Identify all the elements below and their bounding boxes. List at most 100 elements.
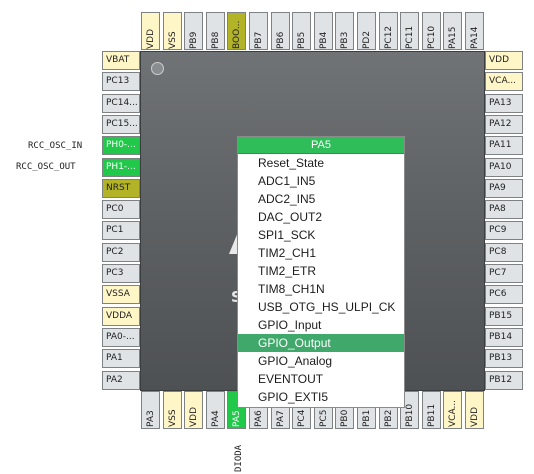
pin-label: VSS bbox=[167, 409, 178, 427]
pin-left-pc14-2[interactable]: PC14... bbox=[102, 93, 140, 113]
pin-right-pc8-9[interactable]: PC8 bbox=[485, 242, 523, 262]
pin-right-pb14-13[interactable]: PB14 bbox=[485, 327, 523, 347]
pin-top-pb6-6[interactable]: PB6 bbox=[270, 12, 290, 50]
pin-right-pa12-3[interactable]: PA12 bbox=[485, 114, 523, 134]
menu-item-gpio-input[interactable]: GPIO_Input bbox=[238, 316, 404, 334]
pin-label: PB8 bbox=[210, 31, 221, 49]
pin-bottom-vdd-15[interactable]: VDD bbox=[465, 391, 484, 429]
pin-top-pc11-12[interactable]: PC11 bbox=[400, 12, 420, 50]
pin-top-pb8-3[interactable]: PB8 bbox=[205, 12, 225, 50]
pin-label: PA3 bbox=[146, 410, 156, 427]
pin-label: PC11 bbox=[405, 25, 416, 49]
pin-bottom-vca-14[interactable]: VCA... bbox=[443, 391, 463, 429]
pin-top-pb3-9[interactable]: PB3 bbox=[335, 12, 355, 50]
pin-right-pa11-4[interactable]: PA11 bbox=[485, 136, 523, 156]
pin-label: VCA... bbox=[448, 399, 459, 427]
pin-right-pa13-2[interactable]: PA13 bbox=[485, 93, 523, 113]
pin-label: PB4 bbox=[318, 31, 329, 49]
pin-label: PB5 bbox=[297, 31, 308, 49]
menu-item-adc1-in5[interactable]: ADC1_IN5 bbox=[238, 172, 404, 190]
pin-right-pa8-7[interactable]: PA8 bbox=[485, 200, 523, 220]
pin-left-pc15-3[interactable]: PC15... bbox=[102, 114, 140, 134]
pin-top-pc12-11[interactable]: PC12 bbox=[378, 12, 398, 50]
menu-item-eventout[interactable]: EVENTOUT bbox=[238, 370, 404, 388]
pin-label: VDD bbox=[189, 406, 200, 427]
pin-left-pa0-13[interactable]: PA0-... bbox=[102, 327, 140, 347]
pin-right-pa10-5[interactable]: PA10 bbox=[485, 157, 523, 177]
menu-item-tim2-ch1[interactable]: TIM2_CH1 bbox=[238, 244, 404, 262]
menu-title: PA5 bbox=[238, 137, 404, 154]
pin-left-pc1-8[interactable]: PC1 bbox=[102, 221, 140, 241]
pin-label: PA15 bbox=[448, 26, 459, 49]
menu-item-dac-out2[interactable]: DAC_OUT2 bbox=[238, 208, 404, 226]
pin-top-boo-4[interactable]: BOO... bbox=[227, 12, 247, 50]
pin-label: PA4 bbox=[210, 410, 221, 427]
pin-bottom-vss-1[interactable]: VSS bbox=[162, 391, 182, 429]
pin-top-vss-1[interactable]: VSS bbox=[162, 12, 182, 50]
pin-left-nrst-6[interactable]: NRST bbox=[102, 178, 140, 198]
menu-item-gpio-output[interactable]: GPIO_Output bbox=[238, 334, 404, 352]
menu-item-adc2-in5[interactable]: ADC2_IN5 bbox=[238, 190, 404, 208]
pin-label: PA14 bbox=[470, 26, 480, 49]
menu-item-tim8-ch1n[interactable]: TIM8_CH1N bbox=[238, 280, 404, 298]
pin-label: PD2 bbox=[362, 30, 372, 49]
pin-left-pc2-9[interactable]: PC2 bbox=[102, 242, 140, 262]
pin-right-pb12-15[interactable]: PB12 bbox=[485, 370, 523, 390]
pin-right-pc6-11[interactable]: PC6 bbox=[485, 285, 523, 305]
pin-top-pb5-7[interactable]: PB5 bbox=[292, 12, 312, 50]
signal-label-rcc-osc-out: RCC_OSC_OUT bbox=[16, 162, 76, 172]
pin-top-pc10-13[interactable]: PC10 bbox=[421, 12, 441, 50]
pin-top-vdd-0[interactable]: VDD bbox=[141, 12, 160, 50]
pin-left-pa1-14[interactable]: PA1 bbox=[102, 349, 140, 369]
pin-label: PB3 bbox=[340, 31, 351, 49]
pin-label: PB11 bbox=[426, 403, 437, 427]
pin-left-ph0-4[interactable]: PH0-... bbox=[102, 136, 140, 156]
pin-label: PC12 bbox=[383, 25, 394, 49]
pin-right-pb15-12[interactable]: PB15 bbox=[485, 306, 523, 326]
pin-right-pc9-8[interactable]: PC9 bbox=[485, 221, 523, 241]
pin-label: VDD bbox=[146, 28, 156, 49]
signal-label-rcc-osc-in: RCC_OSC_IN bbox=[28, 141, 83, 151]
pin-top-pb7-5[interactable]: PB7 bbox=[249, 12, 268, 50]
pin-left-pc13-1[interactable]: PC13 bbox=[102, 72, 140, 92]
pin-label: VDD bbox=[470, 406, 480, 427]
menu-item-gpio-exti5[interactable]: GPIO_EXTI5 bbox=[238, 388, 404, 406]
pin-left-pa2-15[interactable]: PA2 bbox=[102, 370, 140, 390]
pin-bottom-pa3-0[interactable]: PA3 bbox=[141, 391, 160, 429]
pin-right-vdd-0[interactable]: VDD bbox=[485, 51, 523, 70]
pin-label: VSS bbox=[167, 31, 178, 49]
pin-left-vdda-12[interactable]: VDDA bbox=[102, 306, 140, 326]
pin1-marker-icon bbox=[151, 62, 164, 75]
pin-label: PB10 bbox=[405, 403, 416, 427]
menu-item-tim2-etr[interactable]: TIM2_ETR bbox=[238, 262, 404, 280]
pin-left-pc0-7[interactable]: PC0 bbox=[102, 200, 140, 220]
pin-left-vssa-11[interactable]: VSSA bbox=[102, 285, 140, 305]
pin-bottom-pa4-3[interactable]: PA4 bbox=[205, 391, 225, 429]
pin-label: BOO... bbox=[232, 20, 243, 49]
pin-label: PC10 bbox=[426, 25, 437, 49]
menu-item-spi1-sck[interactable]: SPI1_SCK bbox=[238, 226, 404, 244]
pin-right-pa9-6[interactable]: PA9 bbox=[485, 178, 523, 198]
pin-right-pc7-10[interactable]: PC7 bbox=[485, 264, 523, 283]
pin-bottom-vdd-2[interactable]: VDD bbox=[184, 391, 204, 429]
menu-item-reset-state[interactable]: Reset_State bbox=[238, 154, 404, 172]
pin-bottom-pb11-13[interactable]: PB11 bbox=[421, 391, 441, 429]
pin-top-pa15-14[interactable]: PA15 bbox=[443, 12, 463, 50]
pin-label: PB6 bbox=[275, 31, 286, 49]
pin-left-ph1-5[interactable]: PH1-... bbox=[102, 157, 140, 177]
menu-item-list: Reset_State ADC1_IN5 ADC2_IN5 DAC_OUT2 SPI1_… bbox=[238, 154, 404, 406]
pin-function-menu[interactable]: PA5 Reset_State ADC1_IN5 ADC2_IN5 DAC_OUT2 S… bbox=[237, 136, 405, 408]
pin-top-pd2-10[interactable]: PD2 bbox=[357, 12, 376, 50]
pin-label: PB7 bbox=[254, 31, 264, 49]
pin-top-pb4-8[interactable]: PB4 bbox=[313, 12, 333, 50]
pin-left-pc3-10[interactable]: PC3 bbox=[102, 264, 140, 283]
pin-right-vca-1[interactable]: VCA... bbox=[485, 72, 523, 92]
menu-item-usb-otg-hs-ulpi-ck[interactable]: USB_OTG_HS_ULPI_CK bbox=[238, 298, 404, 316]
signal-label-dioda: DIODA bbox=[234, 444, 244, 472]
menu-item-gpio-analog[interactable]: GPIO_Analog bbox=[238, 352, 404, 370]
pin-top-pb9-2[interactable]: PB9 bbox=[184, 12, 204, 50]
pin-top-pa14-15[interactable]: PA14 bbox=[465, 12, 484, 50]
pin-left-vbat-0[interactable]: VBAT bbox=[102, 51, 140, 70]
pin-label: PB9 bbox=[189, 31, 200, 49]
pin-right-pb13-14[interactable]: PB13 bbox=[485, 349, 523, 369]
